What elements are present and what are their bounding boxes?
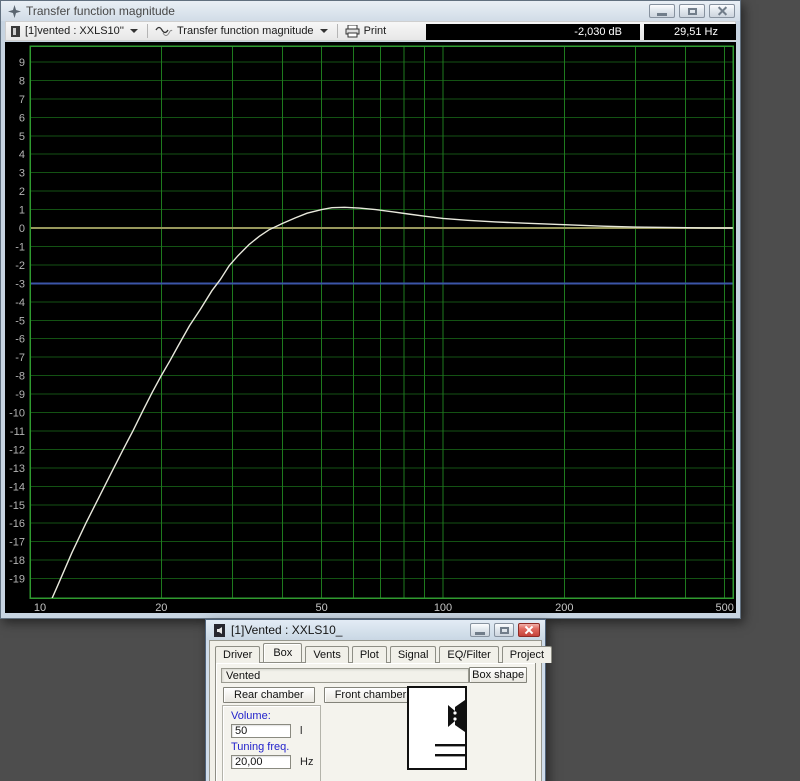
y-axis-tick-label: -12	[9, 444, 25, 456]
dialog-minimize-button[interactable]	[470, 623, 490, 637]
box-diagram-canvas	[409, 688, 465, 768]
y-axis-tick-label: 5	[19, 131, 25, 143]
x-axis-tick-label: 10	[34, 602, 46, 613]
tab-project[interactable]: Project	[502, 646, 552, 663]
print-button[interactable]: Print	[364, 25, 387, 37]
frequency-readout: 29,51 Hz	[644, 24, 736, 40]
project-dropdown-arrow-icon[interactable]	[130, 29, 138, 33]
plot-canvas[interactable]: 9876543210-1-2-3-4-5-6-7-8-9-10-11-12-13…	[5, 42, 736, 613]
y-axis-tick-label: -5	[15, 315, 25, 327]
toolbar-separator	[337, 24, 338, 38]
y-axis-tick-label: -9	[15, 389, 25, 401]
close-button[interactable]	[709, 4, 735, 18]
y-axis-tick-label: -3	[15, 278, 25, 290]
y-axis-tick-label: -6	[15, 334, 25, 346]
speaker-driver-icon	[10, 25, 21, 38]
minimize-button[interactable]	[649, 4, 675, 18]
box-tab-page: Vented Box shape Rear chamber Front chamb…	[215, 662, 536, 781]
x-axis-tick-label: 100	[434, 602, 452, 613]
box-cross-section-diagram	[407, 686, 467, 770]
y-axis-tick-label: -8	[15, 371, 25, 383]
minimize-icon	[657, 13, 667, 16]
y-axis-tick-label: 0	[19, 223, 25, 235]
front-chamber-button[interactable]: Front chamber	[324, 687, 418, 703]
volume-unit: l	[300, 725, 302, 737]
maximize-button[interactable]	[679, 4, 705, 18]
main-window-title: Transfer function magnitude	[26, 4, 175, 18]
dialog-client-area: DriverBoxVentsPlotSignalEQ/FilterProject…	[209, 640, 542, 781]
maximize-icon	[500, 627, 509, 634]
dialog-tab-strip: DriverBoxVentsPlotSignalEQ/FilterProject	[215, 644, 536, 662]
y-axis-tick-label: 9	[19, 57, 25, 69]
y-axis-tick-label: -19	[9, 574, 25, 586]
tab-plot[interactable]: Plot	[352, 646, 387, 663]
view-selector-label[interactable]: Transfer function magnitude	[177, 25, 314, 37]
y-axis-tick-label: -17	[9, 537, 25, 549]
tab-vents[interactable]: Vents	[305, 646, 349, 663]
main-titlebar[interactable]: Transfer function magnitude	[1, 1, 740, 21]
tab-eq-filter[interactable]: EQ/Filter	[439, 646, 498, 663]
rear-chamber-button[interactable]: Rear chamber	[223, 687, 315, 703]
rear-chamber-group: Volume: l Tuning freq. Hz	[222, 705, 321, 781]
four-pointed-star-icon	[8, 5, 21, 18]
y-axis-tick-label: -11	[10, 426, 25, 438]
dialog-maximize-button[interactable]	[494, 623, 514, 637]
tuning-freq-input[interactable]	[231, 755, 291, 769]
y-axis-tick-label: 2	[19, 186, 25, 198]
transfer-function-plot[interactable]: 9876543210-1-2-3-4-5-6-7-8-9-10-11-12-13…	[5, 42, 736, 613]
toolbar-separator	[147, 24, 148, 38]
port-line-top	[435, 744, 465, 746]
x-axis-tick-label: 20	[155, 602, 167, 613]
tuning-freq-unit: Hz	[300, 756, 313, 768]
y-axis-tick-label: -13	[9, 463, 25, 475]
y-axis-tick-label: -16	[9, 518, 25, 530]
y-axis-tick-label: -14	[9, 481, 25, 493]
sine-wave-icon	[155, 26, 173, 37]
volume-input[interactable]	[231, 724, 291, 738]
dialog-close-button[interactable]	[518, 623, 540, 637]
project-selector-label[interactable]: [1]vented : XXLS10''	[25, 25, 124, 37]
y-axis-tick-label: 3	[19, 168, 25, 180]
tuning-freq-label: Tuning freq.	[231, 741, 320, 753]
x-axis-tick-label: 50	[316, 602, 328, 613]
box-shape-button[interactable]: Box shape	[469, 667, 527, 683]
vented-box-dialog: [1]Vented : XXLS10_ DriverBoxVentsPlotSi…	[205, 619, 546, 781]
y-axis-tick-label: -18	[9, 555, 25, 567]
y-axis-tick-label: 7	[19, 94, 25, 106]
view-dropdown-arrow-icon[interactable]	[320, 29, 328, 33]
y-axis-tick-label: -1	[15, 241, 25, 253]
tab-signal[interactable]: Signal	[390, 646, 437, 663]
port-line-bottom	[435, 754, 465, 756]
y-axis-tick-label: 4	[19, 149, 25, 161]
dialog-titlebar[interactable]: [1]Vented : XXLS10_	[206, 620, 545, 640]
driver-symbol	[448, 700, 465, 732]
x-axis-tick-label: 200	[555, 602, 573, 613]
y-axis-tick-label: -10	[9, 408, 25, 420]
magnitude-readout: -2,030 dB	[426, 24, 640, 40]
chamber-button-row: Rear chamber Front chamber	[223, 687, 530, 703]
x-axis-tick-label: 500	[716, 602, 734, 613]
transfer-function-window: Transfer function magnitude [1]vented : …	[0, 0, 741, 619]
y-axis-tick-label: 6	[19, 112, 25, 124]
y-axis-tick-label: -15	[9, 500, 25, 512]
y-axis-tick-label: 1	[19, 205, 25, 217]
dialog-title: [1]Vented : XXLS10_	[231, 623, 342, 637]
y-axis-tick-label: 8	[19, 75, 25, 87]
box-type-field[interactable]: Vented	[221, 668, 469, 683]
y-axis-tick-label: -7	[15, 352, 25, 364]
y-axis-tick-label: -2	[15, 260, 25, 272]
tab-box[interactable]: Box	[263, 643, 302, 662]
tab-driver[interactable]: Driver	[215, 646, 260, 663]
y-axis-tick-label: -4	[15, 297, 25, 309]
printer-icon	[345, 25, 360, 38]
volume-label: Volume:	[231, 710, 320, 722]
maximize-icon	[688, 8, 697, 15]
toolbar: [1]vented : XXLS10'' Transfer function m…	[5, 21, 736, 41]
minimize-icon	[475, 632, 485, 635]
speaker-box-icon	[213, 624, 226, 637]
